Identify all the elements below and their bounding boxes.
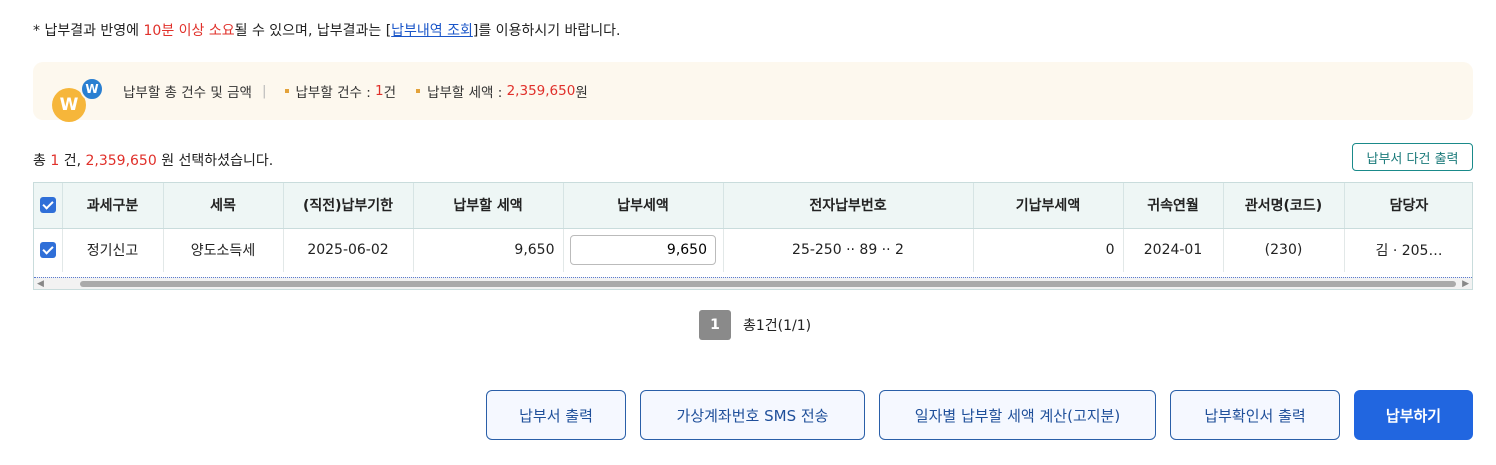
cell-e-payment-no: 25-250 ·· 89 ·· 2	[723, 228, 974, 272]
column-header: 귀속연월	[1123, 183, 1224, 229]
horizontal-scrollbar[interactable]: ◀ ▶	[34, 277, 1472, 289]
payment-confirm-print-button[interactable]: 납부확인서 출력	[1170, 390, 1340, 440]
payment-history-link[interactable]: 납부내역 조회	[391, 23, 473, 39]
cell-period: 2024-01	[1123, 228, 1224, 272]
won-badge-icon: W	[80, 77, 104, 101]
column-header: 과세구분	[62, 183, 164, 229]
cell-tax-item: 양도소득세	[163, 228, 284, 272]
cell-category: 정기신고	[62, 228, 164, 272]
bullet-icon	[284, 89, 289, 93]
column-header: 납부할 세액	[413, 183, 564, 229]
select-all-checkbox[interactable]	[34, 183, 63, 229]
daily-tax-calc-button[interactable]: 일자별 납부할 세액 계산(고지분)	[879, 390, 1156, 440]
page-total: 총1건(1/1)	[743, 318, 812, 334]
selection-info: 총 1 건, 2,359,650 원 선택하셨습니다.	[33, 153, 274, 169]
summary-count: 납부할 건수 : 1 건	[284, 81, 396, 101]
cell-manager: 김 · 205…	[1344, 228, 1472, 272]
payment-notice: * 납부결과 반영에 10분 이상 소요될 수 있으며, 납부결과는 [납부내역…	[33, 23, 621, 39]
column-header: 기납부세액	[973, 183, 1124, 229]
multi-print-button[interactable]: 납부서 다건 출력	[1352, 143, 1473, 171]
scroll-left-icon[interactable]: ◀	[37, 279, 44, 289]
page-button[interactable]: 1	[699, 310, 731, 340]
pay-amount-input[interactable]	[570, 235, 716, 266]
table-row: 정기신고 양도소득세 2025-06-02 9,650 25-250 ·· 89…	[34, 228, 1472, 272]
column-header: 관서명(코드)	[1223, 183, 1345, 229]
column-header: 전자납부번호	[723, 183, 974, 229]
notice-highlight: 10분 이상 소요	[143, 23, 235, 39]
cell-tax-due: 9,650	[413, 228, 564, 272]
row-checkbox[interactable]	[34, 228, 63, 272]
table-header-row: 과세구분 세목 (직전)납부기한 납부할 세액 납부세액 전자납부번호 기납부세…	[34, 183, 1472, 229]
column-header: (직전)납부기한	[283, 183, 414, 229]
scroll-right-icon[interactable]: ▶	[1462, 279, 1469, 289]
print-bill-button[interactable]: 납부서 출력	[486, 390, 626, 440]
column-header: 세목	[163, 183, 284, 229]
payment-summary-box: W W 납부할 총 건수 및 금액 | 납부할 건수 : 1 건 납부할 세액 …	[33, 62, 1473, 122]
summary-amount: 납부할 세액 : 2,359,650 원	[416, 81, 588, 101]
cell-due-date: 2025-06-02	[283, 228, 414, 272]
payment-table: 과세구분 세목 (직전)납부기한 납부할 세액 납부세액 전자납부번호 기납부세…	[33, 182, 1473, 290]
pay-button[interactable]: 납부하기	[1354, 390, 1473, 440]
summary-title: 납부할 총 건수 및 금액	[123, 85, 252, 101]
cell-prepaid: 0	[973, 228, 1124, 272]
pagination: 1 총1건(1/1)	[699, 310, 811, 340]
bullet-icon	[416, 89, 421, 93]
summary-separator: |	[261, 83, 267, 99]
column-header: 납부세액	[563, 183, 724, 229]
scrollbar-thumb[interactable]	[80, 281, 1456, 287]
sms-virtual-account-button[interactable]: 가상계좌번호 SMS 전송	[640, 390, 865, 440]
cell-office: (230)	[1223, 228, 1345, 272]
column-header: 담당자	[1344, 183, 1472, 229]
